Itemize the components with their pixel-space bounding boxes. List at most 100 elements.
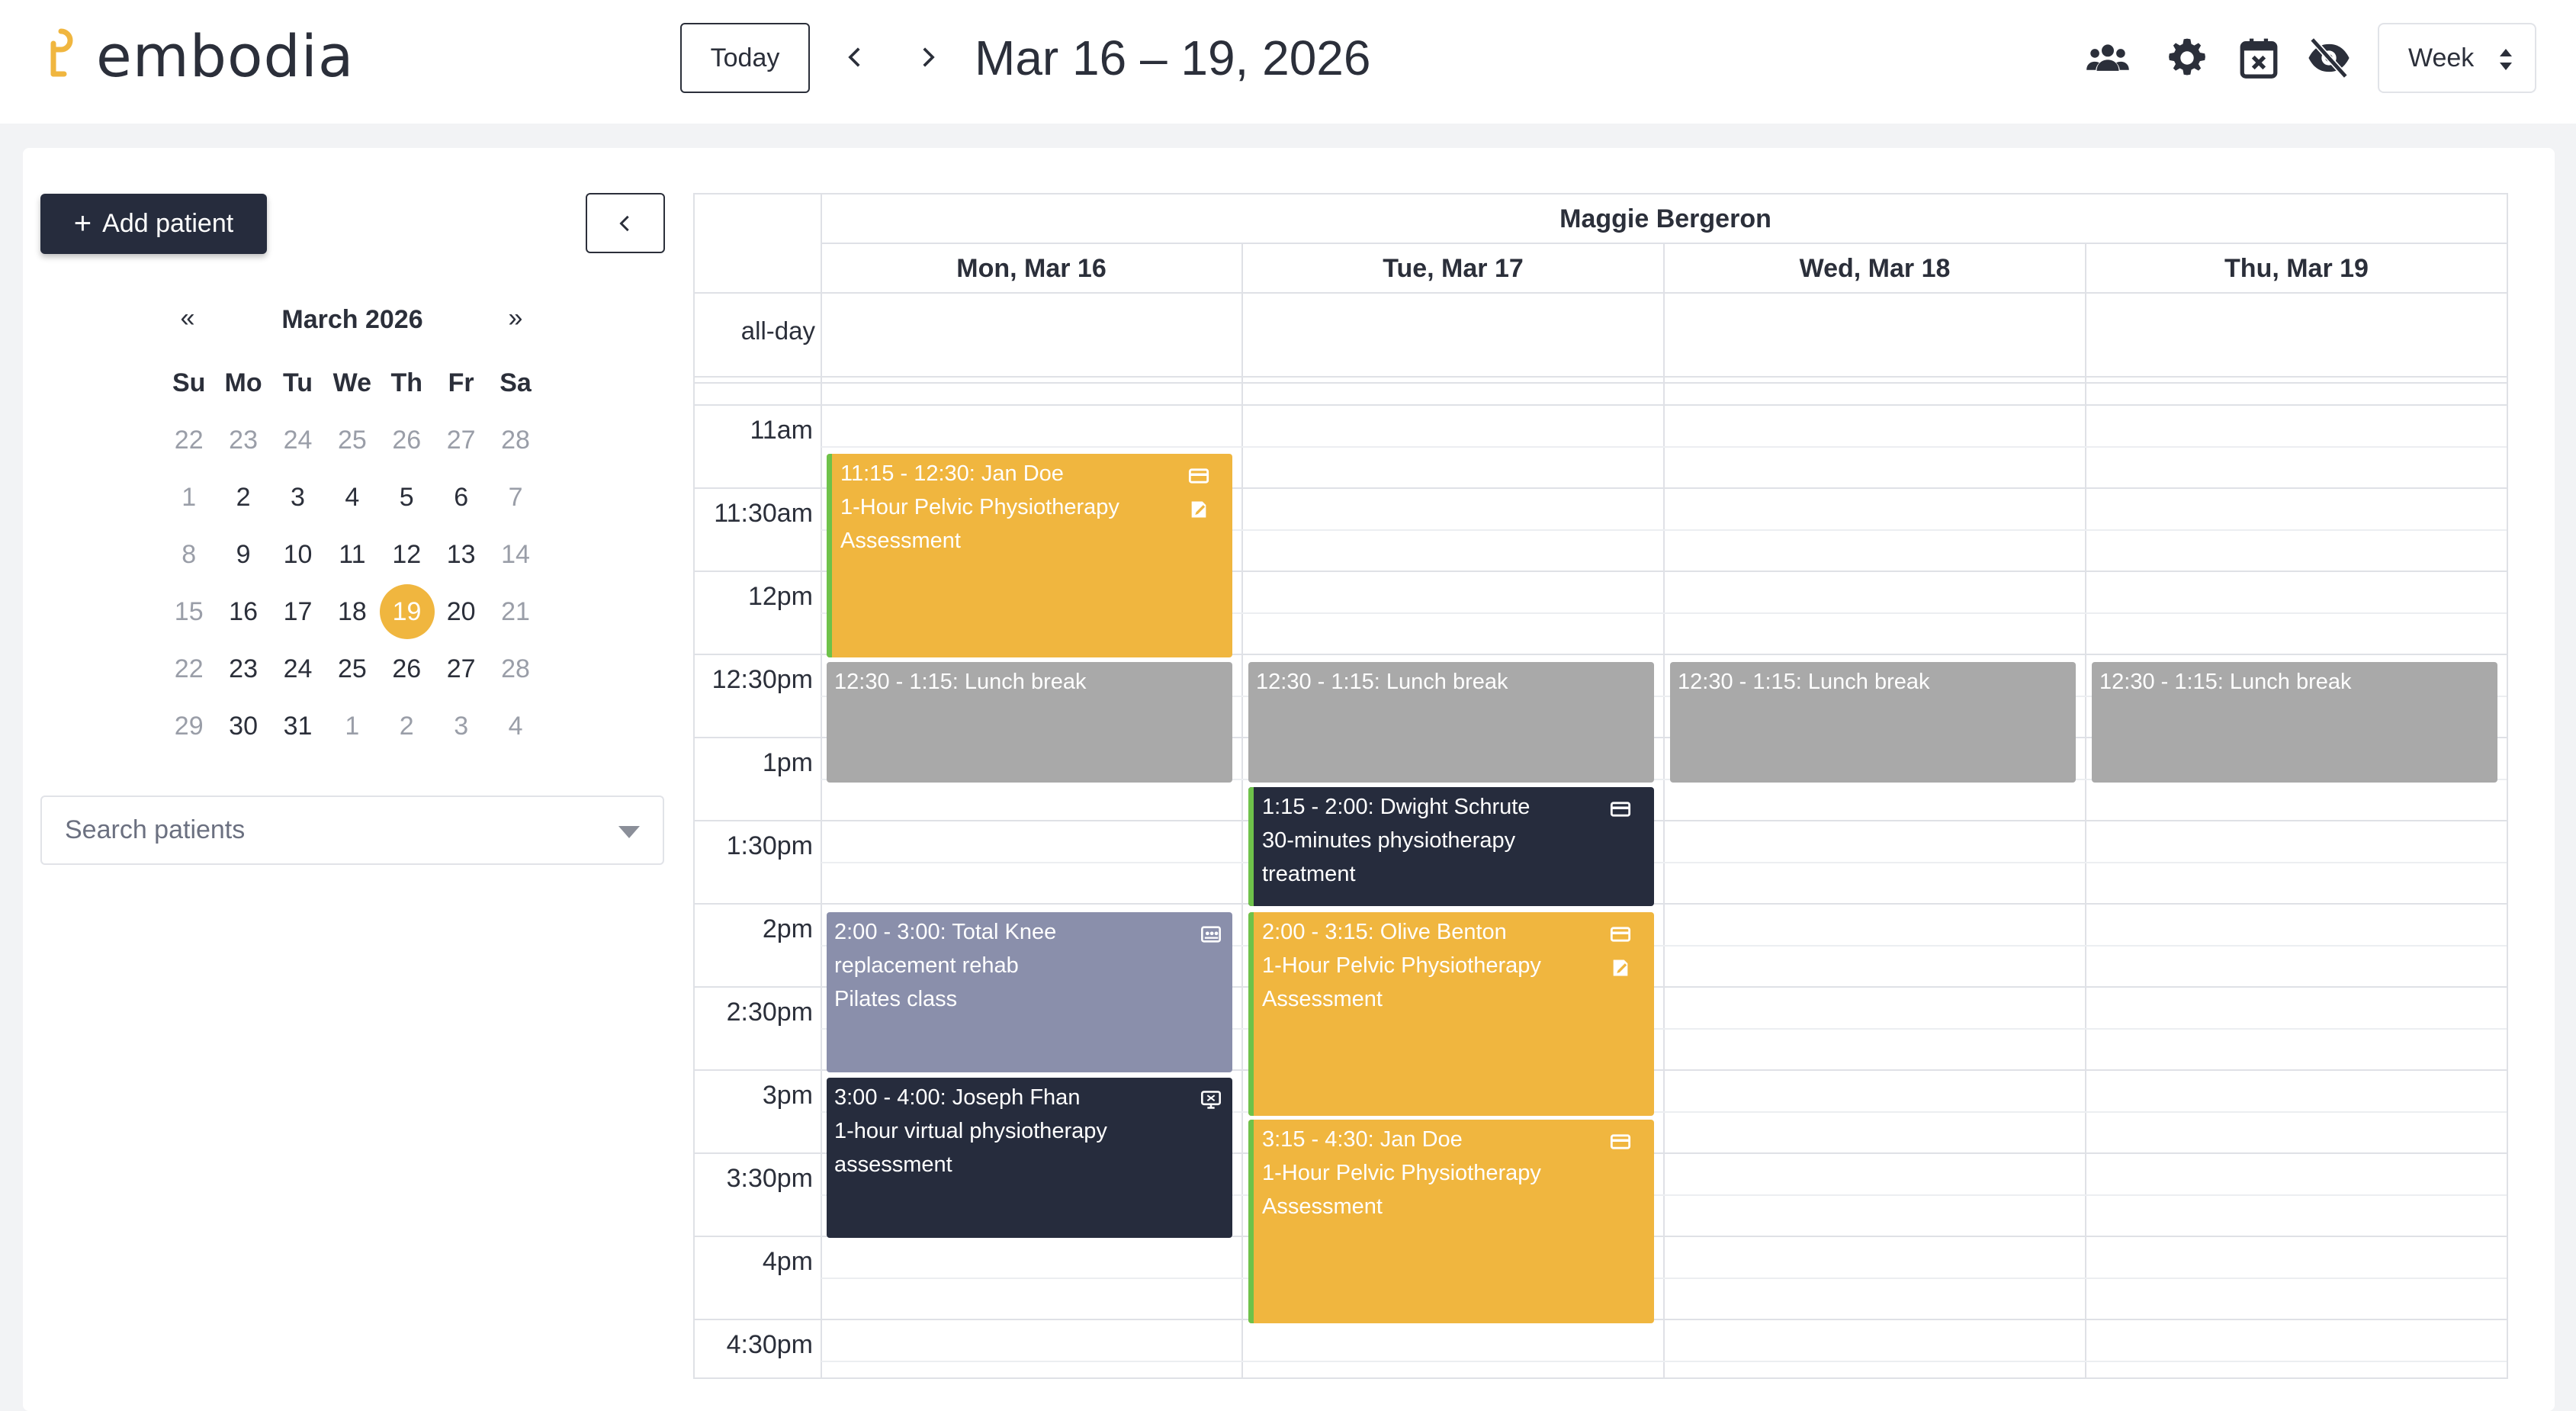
mini-calendar-day[interactable]: 22 (162, 412, 216, 469)
mini-calendar-next[interactable]: » (493, 304, 538, 333)
mini-calendar-day-number: 1 (345, 712, 360, 741)
day-header[interactable]: Tue, Mar 17 (1243, 244, 1663, 294)
mini-calendar-day[interactable]: 5 (380, 469, 434, 526)
mini-calendar-day[interactable]: 28 (488, 641, 542, 698)
appointment-event[interactable]: 2:00 - 3:15: Olive Benton 1-Hour Pelvic … (1248, 912, 1654, 1116)
mini-calendar-day[interactable]: 3 (271, 469, 325, 526)
mini-calendar-day[interactable]: 16 (216, 583, 270, 641)
users-icon[interactable] (2083, 34, 2132, 82)
mini-calendar-day[interactable]: 7 (488, 469, 542, 526)
search-patients-select[interactable]: Search patients (40, 795, 664, 865)
event-title: 11:15 - 12:30: Jan Doe (840, 461, 1064, 486)
notes-icon (1610, 955, 1631, 976)
mini-calendar-day[interactable]: 14 (488, 526, 542, 583)
mini-calendar-week: 22 23 24 25 26 27 28 (162, 641, 543, 698)
calendar-x-icon[interactable] (2234, 34, 2283, 82)
mini-calendar-day[interactable]: 17 (271, 583, 325, 641)
appointment-event[interactable]: 3:15 - 4:30: Jan Doe 1-Hour Pelvic Physi… (1248, 1120, 1654, 1323)
mini-calendar-day[interactable]: 13 (434, 526, 488, 583)
collapse-sidebar-button[interactable] (586, 193, 665, 253)
mini-calendar-day[interactable]: 26 (380, 412, 434, 469)
mini-calendar-day[interactable]: 8 (162, 526, 216, 583)
mini-calendar-day[interactable]: 29 (162, 698, 216, 755)
mini-calendar-day[interactable]: 2 (380, 698, 434, 755)
appointment-event[interactable]: 11:15 - 12:30: Jan Doe 1-Hour Pelvic Phy… (827, 454, 1232, 657)
credit-card-icon (1610, 1129, 1631, 1150)
mini-calendar-day-number: 24 (283, 654, 313, 683)
class-event[interactable]: 2:00 - 3:00: Total Knee replacement reha… (827, 912, 1232, 1072)
mini-calendar-day[interactable]: 27 (434, 641, 488, 698)
previous-week-button[interactable] (833, 31, 878, 84)
virtual-appointment-event[interactable]: 3:00 - 4:00: Joseph Fhan 1-hour virtual … (827, 1078, 1232, 1238)
mini-calendar-day[interactable]: 12 (380, 526, 434, 583)
today-button[interactable]: Today (680, 23, 810, 93)
mini-calendar-day[interactable]: 24 (271, 412, 325, 469)
mini-calendar-day-number: 14 (501, 540, 530, 569)
mini-calendar-day[interactable]: 11 (325, 526, 379, 583)
mini-calendar-day[interactable]: 1 (162, 469, 216, 526)
mini-calendar-day[interactable]: 15 (162, 583, 216, 641)
mini-calendar-day-number: 2 (399, 712, 414, 741)
slot-line (821, 1278, 2507, 1279)
mini-calendar-day[interactable]: 31 (271, 698, 325, 755)
time-label: 3pm (762, 1081, 813, 1110)
mini-calendar-day[interactable]: 21 (488, 583, 542, 641)
day-divider (1663, 244, 1665, 1377)
lunch-break-event[interactable]: 12:30 - 1:15: Lunch break (827, 662, 1232, 783)
credit-card-icon (1610, 796, 1631, 818)
day-header[interactable]: Wed, Mar 18 (1665, 244, 2085, 294)
time-label: 12pm (747, 582, 813, 611)
view-select[interactable]: Week (2378, 23, 2536, 93)
lunch-break-event[interactable]: 12:30 - 1:15: Lunch break (1670, 662, 2076, 783)
event-line: 1-hour virtual physiotherapy (834, 1119, 1107, 1143)
mini-calendar-day[interactable]: 4 (488, 698, 542, 755)
mini-calendar-day-number: 5 (399, 483, 414, 512)
divider (695, 376, 2507, 378)
mini-calendar-day[interactable]: 3 (434, 698, 488, 755)
mini-calendar-day-number: 17 (283, 597, 313, 626)
mini-calendar-day[interactable]: 26 (380, 641, 434, 698)
mini-calendar-day[interactable]: 25 (325, 412, 379, 469)
mini-calendar-day[interactable]: 22 (162, 641, 216, 698)
mini-calendar-day[interactable]: 19 (379, 583, 435, 641)
mini-calendar-day[interactable]: 24 (271, 641, 325, 698)
mini-calendar-day[interactable]: 4 (325, 469, 379, 526)
mini-calendar-day[interactable]: 18 (325, 583, 379, 641)
mini-calendar-day[interactable]: 23 (216, 641, 270, 698)
day-header[interactable]: Thu, Mar 19 (2086, 244, 2507, 294)
mini-calendar-day-number: 25 (337, 426, 367, 455)
mini-calendar-day[interactable]: 28 (488, 412, 542, 469)
mini-calendar-day-number: 10 (283, 540, 313, 569)
mini-calendar-day[interactable]: 20 (434, 583, 488, 641)
day-header[interactable]: Mon, Mar 16 (821, 244, 1241, 294)
mini-calendar-day-number: 30 (229, 712, 258, 741)
next-week-button[interactable] (904, 31, 950, 84)
add-patient-button[interactable]: + Add patient (40, 194, 267, 254)
mini-calendar-day-number: 27 (446, 654, 476, 683)
mini-calendar-day[interactable]: 25 (325, 641, 379, 698)
mini-calendar-day-number: 3 (454, 712, 469, 741)
mini-calendar-day-number: 4 (508, 712, 523, 741)
mini-calendar-day[interactable]: 10 (271, 526, 325, 583)
event-title: 12:30 - 1:15: Lunch break (1678, 670, 1930, 694)
view-select-value: Week (2408, 43, 2475, 72)
event-title: 3:15 - 4:30: Jan Doe (1262, 1127, 1463, 1152)
eye-off-icon[interactable] (2305, 34, 2353, 82)
lunch-break-event[interactable]: 12:30 - 1:15: Lunch break (1248, 662, 1654, 783)
lunch-break-event[interactable]: 12:30 - 1:15: Lunch break (2092, 662, 2497, 783)
mini-calendar-day[interactable]: 30 (216, 698, 270, 755)
mini-calendar-day-number: 4 (345, 483, 360, 512)
mini-calendar-day[interactable]: 2 (216, 469, 270, 526)
mini-calendar-day[interactable]: 23 (216, 412, 270, 469)
mini-calendar-day[interactable]: 9 (216, 526, 270, 583)
date-range-title: Mar 16 – 19, 2026 (975, 31, 1371, 85)
mini-calendar-day[interactable]: 27 (434, 412, 488, 469)
mini-calendar-day-number: 31 (283, 712, 313, 741)
gear-icon[interactable] (2163, 34, 2211, 82)
appointment-event[interactable]: 1:15 - 2:00: Dwight Schrute 30-minutes p… (1248, 787, 1654, 906)
mini-calendar-day-number: 11 (339, 540, 366, 569)
embodia-logo[interactable]: embodia (43, 21, 354, 90)
slot-line (821, 1361, 2507, 1362)
mini-calendar-day[interactable]: 1 (325, 698, 379, 755)
mini-calendar-day[interactable]: 6 (434, 469, 488, 526)
